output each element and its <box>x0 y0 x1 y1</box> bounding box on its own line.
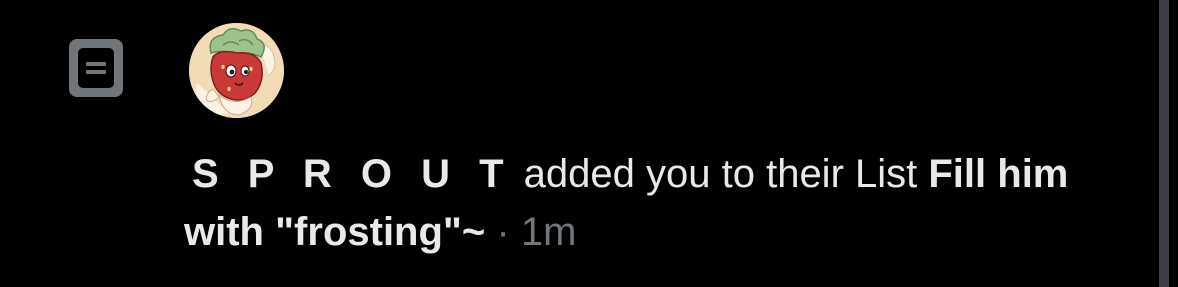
notification-page: S P R O U T added you to their List Fill… <box>0 0 1178 287</box>
strawberry-character-avatar-icon <box>189 23 284 118</box>
action-text: added you to their List <box>523 152 918 196</box>
scrollbar[interactable] <box>1159 0 1169 287</box>
user-name-link[interactable]: S P R O U T <box>192 152 513 196</box>
user-avatar[interactable] <box>189 23 284 118</box>
notification-text: S P R O U T added you to their List Fill… <box>184 145 1084 261</box>
separator-dot: · <box>496 210 510 254</box>
timestamp: 1m <box>520 210 577 254</box>
list-icon <box>69 39 123 97</box>
